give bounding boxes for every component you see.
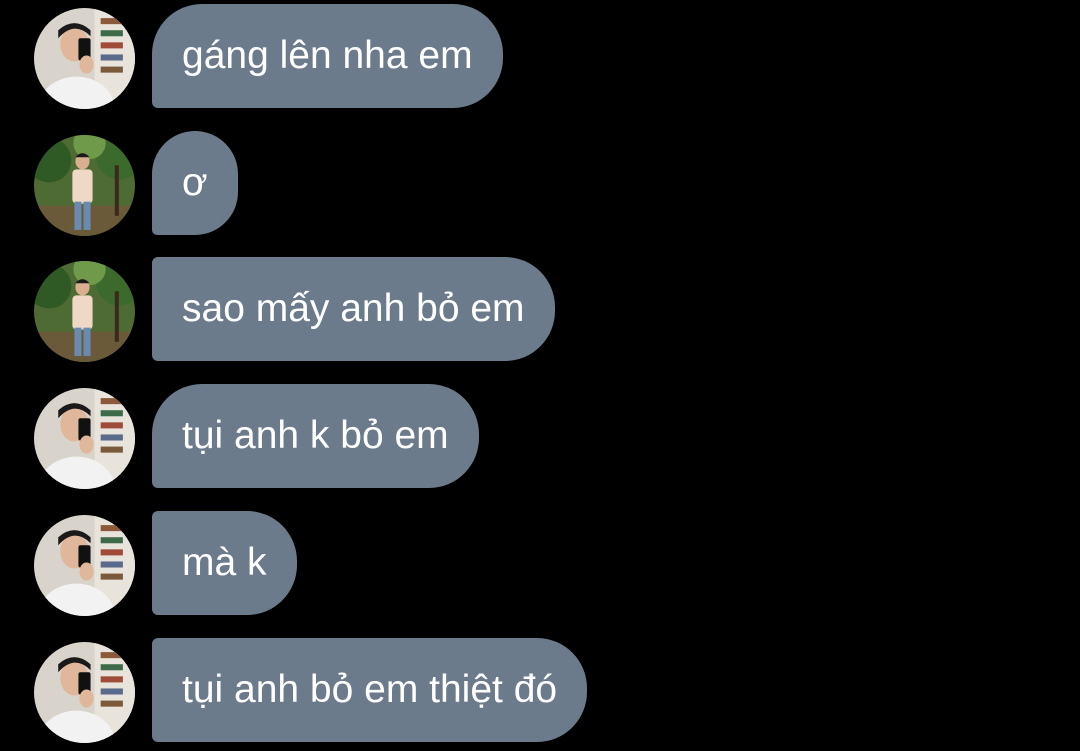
message-row: ơ <box>0 131 1080 236</box>
avatar-garden-photo[interactable] <box>34 261 135 362</box>
message-bubble[interactable]: ơ <box>152 131 238 235</box>
message-bubble[interactable]: tụi anh k bỏ em <box>152 384 479 488</box>
message-row: tụi anh k bỏ em <box>0 384 1080 489</box>
message-bubble[interactable]: tụi anh bỏ em thiệt đó <box>152 638 588 742</box>
avatar-mirror-selfie[interactable] <box>34 388 135 489</box>
message-bubble[interactable]: gáng lên nha em <box>152 4 503 108</box>
avatar-mirror-selfie[interactable] <box>34 515 135 616</box>
avatar-mirror-selfie[interactable] <box>34 642 135 743</box>
message-bubble[interactable]: mà k <box>152 511 297 615</box>
message-row: sao mấy anh bỏ em <box>0 257 1080 362</box>
message-row: mà k <box>0 511 1080 616</box>
message-row: gáng lên nha em <box>0 4 1080 109</box>
avatar-mirror-selfie[interactable] <box>34 8 135 109</box>
avatar-garden-photo-icon <box>34 135 135 236</box>
avatar-garden-photo-icon <box>34 261 135 362</box>
message-row: tụi anh bỏ em thiệt đó <box>0 638 1080 743</box>
avatar-garden-photo[interactable] <box>34 135 135 236</box>
avatar-mirror-selfie-icon <box>34 515 135 616</box>
avatar-mirror-selfie-icon <box>34 8 135 109</box>
message-bubble[interactable]: sao mấy anh bỏ em <box>152 257 555 361</box>
chat-message-list: gáng lên nha em ơ sao mấy anh bỏ em tụi … <box>0 0 1080 751</box>
avatar-mirror-selfie-icon <box>34 642 135 743</box>
avatar-mirror-selfie-icon <box>34 388 135 489</box>
